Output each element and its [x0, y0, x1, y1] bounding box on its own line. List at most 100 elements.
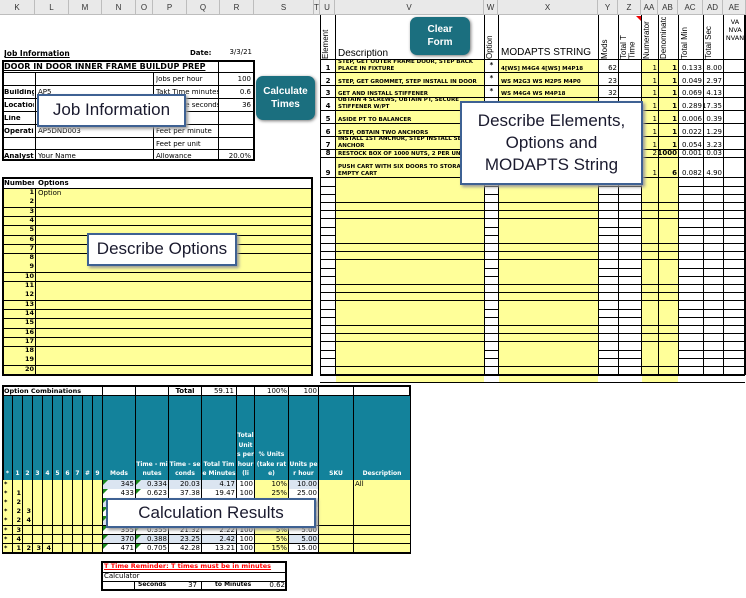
- options-number-header: Number: [4, 180, 34, 187]
- column-header-z[interactable]: Z: [618, 0, 641, 15]
- column-header-ad[interactable]: AD: [703, 0, 723, 15]
- combo-header-16: Units per hour: [289, 460, 318, 478]
- gridline: [218, 73, 219, 160]
- comment-indicator[interactable]: [636, 16, 641, 21]
- column-header-k[interactable]: K: [0, 0, 35, 15]
- gridline: [62, 395, 63, 553]
- column-header-q[interactable]: Q: [187, 0, 220, 15]
- gridline: [22, 395, 23, 553]
- seconds-input[interactable]: 37: [175, 582, 197, 590]
- gridline: [168, 386, 169, 395]
- options-header: Options: [38, 180, 69, 187]
- gridline: [353, 395, 354, 553]
- gridline: [82, 395, 83, 553]
- take-rate-total: 100%: [266, 388, 287, 395]
- column-header-m[interactable]: M: [69, 0, 102, 15]
- gridline: [320, 178, 321, 375]
- column-header-ab[interactable]: AB: [658, 0, 678, 15]
- gridline: [288, 386, 289, 395]
- column-header-ac[interactable]: AC: [678, 0, 703, 15]
- gridline: [254, 386, 255, 395]
- gridline: [2, 72, 254, 73]
- combo-header-11: Time - minutes: [136, 460, 168, 478]
- gridline: [320, 374, 745, 376]
- describe-options-callout: Describe Options: [87, 233, 237, 266]
- job-title[interactable]: DOOR IN DOOR INNER FRAME BUILDUP PREP: [4, 63, 218, 72]
- combo-header-14: Total Units per hour (li: [237, 432, 254, 478]
- combo-header-9: 9: [95, 470, 100, 478]
- combo-header-5: 5: [55, 470, 60, 478]
- gridline: [410, 395, 411, 553]
- gridline: [2, 395, 3, 553]
- gridline: [353, 386, 354, 395]
- column-header-s[interactable]: S: [254, 0, 314, 15]
- gridline: [2, 159, 255, 161]
- gridline: [12, 395, 13, 553]
- combo-header-10: Mods: [110, 470, 128, 478]
- element-header-denominator: Denominator: [660, 17, 668, 59]
- column-header-n[interactable]: N: [102, 0, 136, 15]
- total-sec-value: 4.90: [706, 169, 722, 177]
- combo-header-8: #: [84, 470, 91, 478]
- error-indicator: [136, 489, 141, 495]
- column-header-y[interactable]: Y: [598, 0, 618, 15]
- gridline: [253, 60, 255, 160]
- gridline: [484, 178, 485, 375]
- gridline: [2, 60, 254, 62]
- gridline: [52, 395, 53, 553]
- calculate-times-button[interactable]: Calculate Times: [256, 76, 315, 120]
- column-header-u[interactable]: U: [320, 0, 335, 15]
- gridline: [498, 178, 499, 375]
- gridline: [2, 177, 313, 179]
- gridline: [678, 178, 679, 375]
- to-minutes-label: to Minutes: [215, 582, 252, 588]
- column-header-v[interactable]: V: [335, 0, 484, 15]
- column-header-x[interactable]: X: [498, 0, 598, 15]
- column-header-p[interactable]: P: [153, 0, 187, 15]
- error-indicator: [103, 489, 108, 495]
- gridline: [703, 178, 704, 375]
- job-info-heading: Job Information: [4, 50, 70, 58]
- gridline: [201, 581, 202, 591]
- combo-header-13: Total Time Minutes: [202, 460, 236, 478]
- gridline: [318, 395, 319, 553]
- element-header-element: Element: [322, 29, 330, 59]
- gridline: [168, 395, 169, 553]
- combo-header-17: SKU: [329, 470, 343, 478]
- combo-header-6: 6: [65, 470, 70, 478]
- gridline: [201, 386, 202, 395]
- denominator-value[interactable]: 6: [659, 158, 678, 178]
- gridline: [723, 178, 724, 375]
- element-header-modapts: MODAPTS STRING: [501, 48, 592, 58]
- gridline: [135, 395, 136, 553]
- column-header-aa[interactable]: AA: [641, 0, 658, 15]
- gridline: [658, 178, 659, 375]
- reminder-title: T Time Reminder: T times must be in minu…: [104, 563, 272, 570]
- gridline: [598, 178, 599, 375]
- gridline: [236, 395, 237, 553]
- column-header-r[interactable]: R: [220, 0, 254, 15]
- clear-form-button[interactable]: Clear Form: [410, 17, 470, 55]
- seconds-label: Seconds: [138, 582, 167, 588]
- column-header-ae[interactable]: AE: [723, 0, 746, 15]
- combo-header-7: 7: [75, 470, 80, 478]
- gridline: [288, 395, 289, 553]
- column-header-w[interactable]: W: [484, 0, 498, 15]
- element-header-mods: Mods: [601, 39, 609, 59]
- gridline: [102, 386, 103, 395]
- gridline: [618, 178, 619, 375]
- error-indicator: [136, 534, 141, 540]
- column-header-o[interactable]: O: [136, 0, 153, 15]
- gridline: [320, 382, 745, 384]
- describe-elements-callout: Describe Elements, Options and MODAPTS S…: [460, 101, 643, 185]
- error-indicator: [103, 534, 108, 540]
- gridline: [2, 85, 254, 86]
- gridline: [254, 395, 255, 553]
- element-number: 9: [325, 169, 331, 177]
- element-header-total_sec: Total Sec: [705, 26, 713, 59]
- units-total: 100: [303, 388, 317, 395]
- numerator-value[interactable]: 1: [642, 158, 658, 178]
- combo-header-12: Time - seconds: [169, 460, 201, 478]
- element-header-va: VA NVA NVAN: [725, 18, 745, 43]
- column-header-l[interactable]: L: [35, 0, 69, 15]
